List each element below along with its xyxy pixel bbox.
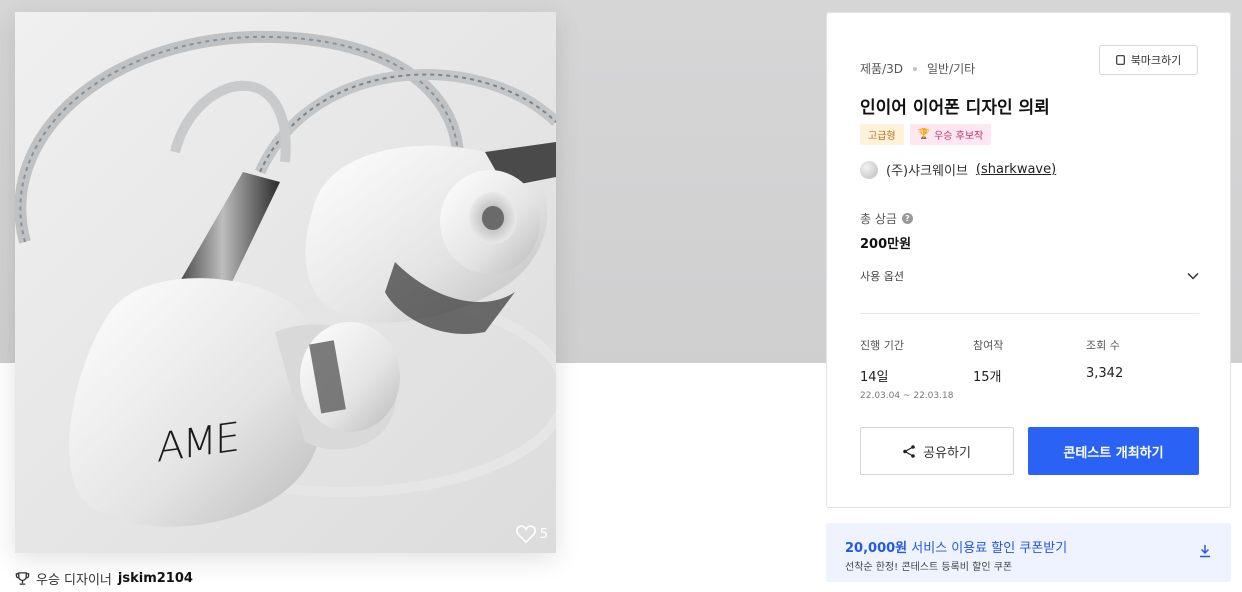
coupon-subtitle: 선착순 한정! 콘테스트 등록비 할인 쿠폰 bbox=[845, 562, 1013, 573]
trophy-icon bbox=[15, 571, 30, 586]
company-name: (주)샤크웨이브 bbox=[886, 164, 968, 179]
breadcrumb-separator bbox=[913, 66, 917, 71]
premium-badge: 고급형 bbox=[860, 124, 904, 145]
chevron-down-icon bbox=[1187, 272, 1199, 280]
coupon-amount: 20,000원 bbox=[845, 541, 908, 556]
stat-period-value: 14일 bbox=[860, 370, 889, 385]
stat-views-value: 3,342 bbox=[1086, 366, 1124, 381]
badge-list: 고급형 🏆 우승 후보작 bbox=[860, 124, 992, 145]
stat-entries-value: 15개 bbox=[973, 370, 1002, 385]
stat-period-label: 진행 기간 bbox=[860, 339, 904, 352]
divider bbox=[860, 313, 1199, 314]
like-count: 5 bbox=[539, 526, 548, 542]
breadcrumb-category[interactable]: 제품/3D bbox=[860, 60, 903, 77]
winner-candidate-badge: 🏆 우승 후보작 bbox=[909, 124, 992, 145]
company-handle: sharkwave bbox=[980, 162, 1052, 177]
trophy-icon: 🏆 bbox=[917, 129, 931, 140]
prize-value: 200만원 bbox=[860, 237, 912, 252]
winner-candidate-label: 우승 후보작 bbox=[934, 131, 984, 142]
options-label: 사용 옵션 bbox=[860, 270, 904, 283]
company-avatar bbox=[860, 160, 878, 179]
heart-icon bbox=[515, 525, 536, 543]
company-handle-link[interactable]: (sharkwave) bbox=[976, 162, 1056, 177]
prize-label: 총 상금 ? bbox=[860, 210, 913, 227]
share-button[interactable]: 공유하기 bbox=[860, 427, 1014, 475]
host-contest-button[interactable]: 콘테스트 개최하기 bbox=[1028, 427, 1199, 475]
breadcrumb-subcategory[interactable]: 일반/기타 bbox=[927, 60, 975, 77]
stat-entries: 참여작 15개 bbox=[973, 337, 1003, 385]
bookmark-button[interactable]: 북마크하기 bbox=[1099, 45, 1198, 75]
prize-label-text: 총 상금 bbox=[860, 212, 897, 226]
winner-designer: 우승 디자이너 jskim2104 bbox=[15, 569, 193, 588]
coupon-banner[interactable]: 20,000원 서비스 이용료 할인 쿠폰받기 선착순 한정! 콘테스트 등록비… bbox=[826, 523, 1231, 582]
coupon-title-rest: 서비스 이용료 할인 쿠폰받기 bbox=[911, 541, 1068, 556]
stat-entries-label: 참여작 bbox=[973, 339, 1004, 352]
like-button[interactable]: 5 bbox=[515, 525, 548, 543]
bookmark-icon bbox=[1115, 55, 1125, 65]
page-title: 인이어 이어폰 디자인 의뢰 bbox=[860, 98, 1050, 118]
options-dropdown[interactable]: 사용 옵션 bbox=[860, 266, 1199, 286]
earphone-illustration bbox=[15, 12, 556, 553]
host-company: (주)샤크웨이브 (sharkwave) bbox=[860, 160, 1056, 179]
winner-name[interactable]: jskim2104 bbox=[118, 571, 193, 586]
stat-period-range: 22.03.04 ~ 22.03.18 bbox=[860, 391, 954, 401]
coupon-title: 20,000원 서비스 이용료 할인 쿠폰받기 bbox=[845, 537, 1067, 556]
winner-prefix: 우승 디자이너 bbox=[36, 573, 112, 588]
stat-views-label: 조회 수 bbox=[1086, 339, 1120, 352]
share-label: 공유하기 bbox=[923, 445, 971, 461]
premium-badge-label: 고급형 bbox=[868, 131, 896, 142]
breadcrumb: 제품/3D 일반/기타 bbox=[860, 60, 975, 77]
product-image[interactable]: AME 5 bbox=[15, 12, 556, 553]
contest-info-panel: 제품/3D 일반/기타 북마크하기 인이어 이어폰 디자인 의뢰 고급형 🏆 우… bbox=[826, 12, 1231, 508]
download-icon[interactable] bbox=[1199, 544, 1211, 558]
help-icon[interactable]: ? bbox=[901, 213, 913, 224]
stat-period: 진행 기간 14일 22.03.04 ~ 22.03.18 bbox=[860, 337, 953, 401]
stat-views: 조회 수 3,342 bbox=[1086, 337, 1123, 381]
share-icon bbox=[903, 444, 915, 458]
bookmark-label: 북마크하기 bbox=[1130, 54, 1182, 67]
